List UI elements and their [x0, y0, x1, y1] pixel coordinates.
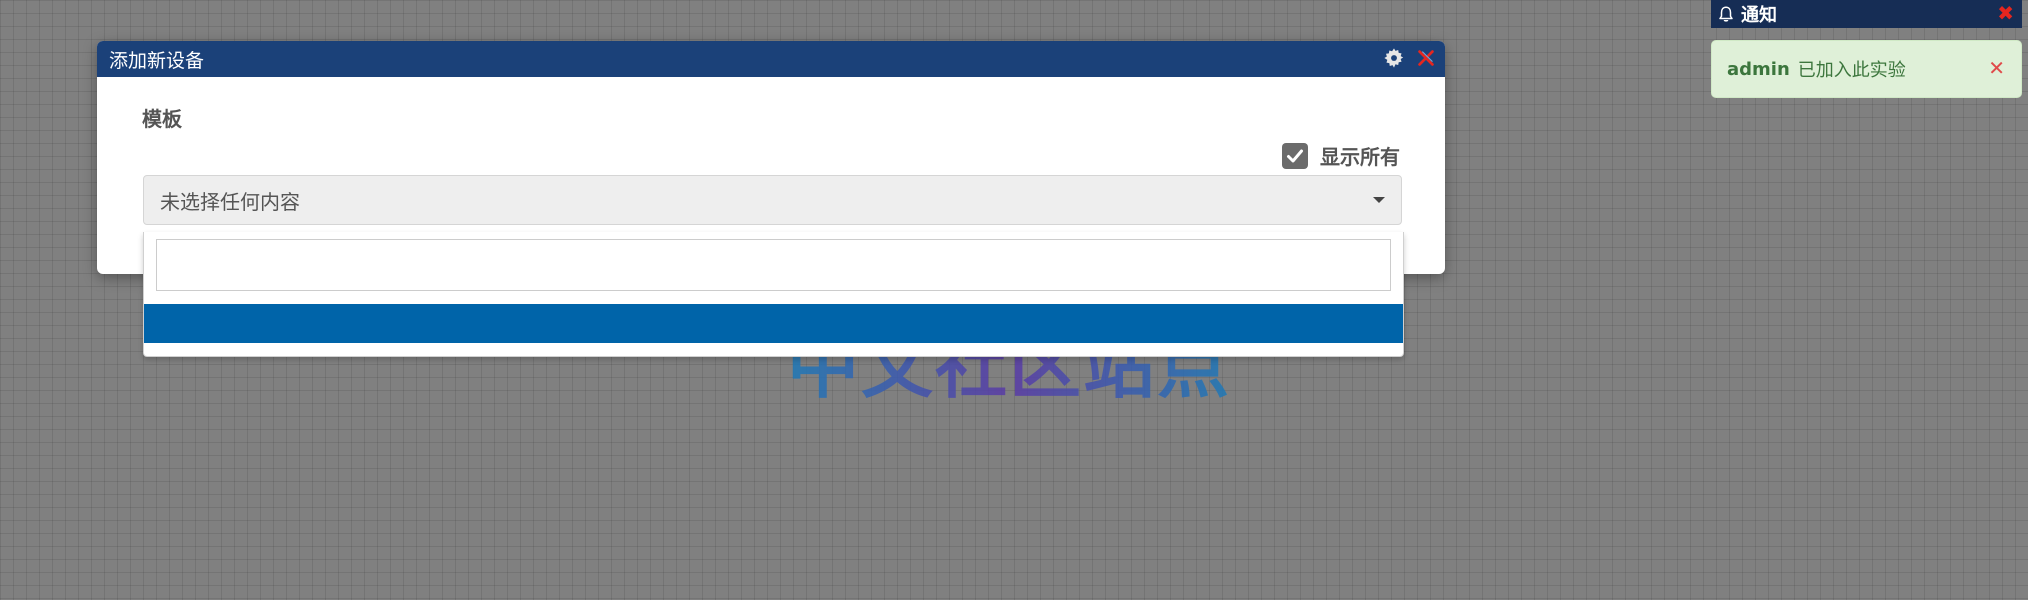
show-all-checkbox[interactable] [1282, 142, 1308, 169]
close-icon[interactable] [1415, 47, 1437, 69]
notification-item: admin 已加入此实验 ✕ [1711, 40, 2022, 98]
template-label: 模板 [142, 107, 182, 131]
gear-icon[interactable] [1383, 47, 1405, 69]
dropdown-search-input[interactable] [156, 239, 1391, 291]
modal-header-icons [1383, 47, 1437, 69]
dropdown-option-highlighted[interactable] [144, 304, 1403, 343]
notification-message: 已加入此实验 [1797, 60, 1906, 81]
bell-icon [1719, 6, 1733, 22]
template-select[interactable]: 未选择任何内容 [143, 175, 1402, 225]
notification-header: 通知 ✖ [1711, 0, 2022, 28]
template-dropdown [143, 232, 1404, 357]
caret-down-icon [1373, 197, 1385, 203]
notification-panel-close-icon[interactable]: ✖ [1997, 2, 2014, 24]
notification-user: admin [1727, 58, 1790, 80]
notification-title: 通知 [1741, 5, 1777, 26]
template-select-value: 未选择任何内容 [160, 189, 300, 214]
notification-panel: 通知 ✖ admin 已加入此实验 ✕ [1711, 0, 2022, 98]
modal-title: 添加新设备 [109, 49, 205, 72]
notification-dismiss-icon[interactable]: ✕ [1988, 57, 2005, 79]
modal-header: 添加新设备 [97, 41, 1445, 77]
show-all-label: 显示所有 [1320, 145, 1400, 169]
show-all-toggle[interactable]: 显示所有 [1282, 141, 1400, 170]
check-icon [1287, 149, 1303, 162]
